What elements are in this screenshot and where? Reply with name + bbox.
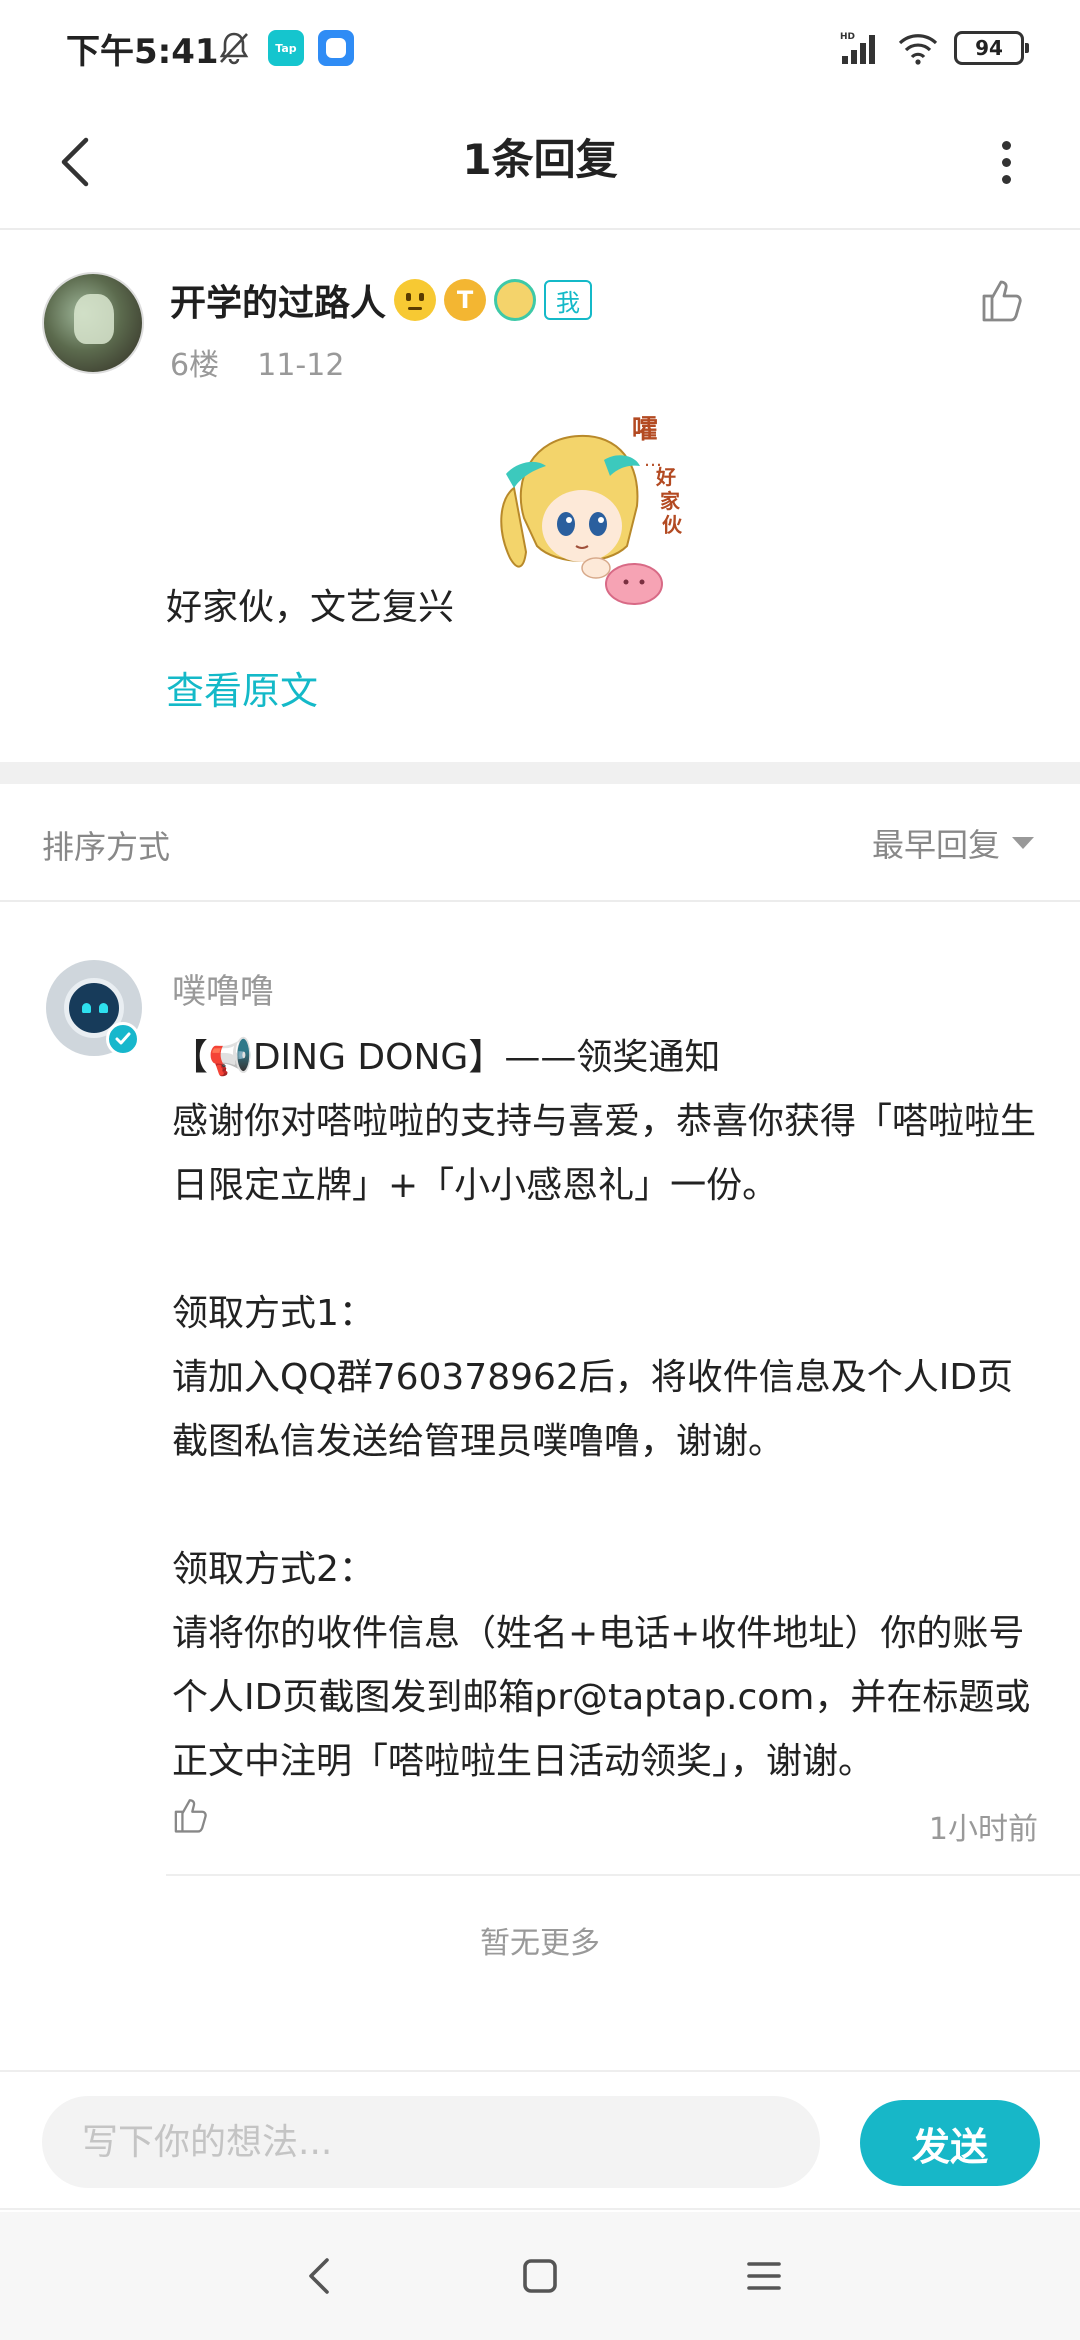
status-icons-left: Tap bbox=[214, 28, 354, 68]
reply-author-name[interactable]: 噗噜噜 bbox=[172, 964, 274, 1013]
more-options-button[interactable] bbox=[966, 122, 1046, 202]
reply-body-text: 感谢你对嗒啦啦的支持与喜爱，恭喜你获得「嗒啦啦生日限定立牌」+「小小感恩礼」一份… bbox=[172, 1101, 1037, 1782]
sort-dropdown[interactable]: 最早回复 bbox=[872, 820, 1034, 866]
verified-check-icon bbox=[106, 1022, 140, 1056]
like-button[interactable] bbox=[972, 272, 1028, 328]
svg-text:伙: 伙 bbox=[662, 513, 683, 537]
tap-app-label: Tap bbox=[275, 41, 297, 55]
sort-row: 排序方式 最早回复 bbox=[0, 784, 1080, 902]
wifi-icon bbox=[898, 34, 938, 65]
reply-item: 噗噜噜 【📢DING DONG】——领奖通知感谢你对嗒啦啦的支持与喜爱，恭喜你获… bbox=[0, 904, 1080, 1878]
author-row: 开学的过路人 T 我 bbox=[170, 272, 593, 328]
author-avatar[interactable] bbox=[42, 272, 144, 374]
notification-muted-icon bbox=[219, 32, 249, 65]
page-title: 1条回复 bbox=[462, 135, 618, 184]
svg-text:家: 家 bbox=[660, 489, 681, 513]
comment-text: 好家伙，文艺复兴 bbox=[166, 587, 455, 628]
status-icons-right: HD 94 bbox=[840, 26, 1029, 70]
sort-label: 排序方式 bbox=[42, 828, 171, 866]
more-vertical-icon bbox=[1001, 140, 1011, 150]
svg-text:嚯: 嚯 bbox=[632, 415, 658, 445]
nav-home-button[interactable] bbox=[510, 2246, 570, 2306]
comment-input[interactable] bbox=[42, 2096, 820, 2188]
original-comment: 开学的过路人 T 我 6楼 11-12 嚯 好 家 伙 … 好家伙，文艺复兴 查… bbox=[0, 232, 1080, 762]
reply-body: 【📢DING DONG】——领奖通知感谢你对嗒啦啦的支持与喜爱，恭喜你获得「嗒啦… bbox=[172, 1026, 1042, 1794]
post-date: 11-12 bbox=[257, 348, 345, 383]
status-bar: 下午5:41 Tap HD 94 bbox=[0, 0, 1080, 92]
avatar-badge-icon[interactable] bbox=[494, 279, 537, 321]
nav-back-icon bbox=[309, 2258, 329, 2294]
neutral-face-emoji-icon bbox=[394, 279, 437, 321]
sort-selected-value: 最早回复 bbox=[871, 826, 1000, 864]
top-app-bar: 1条回复 bbox=[0, 92, 1080, 230]
reply-divider bbox=[166, 1874, 1080, 1876]
reply-like-button[interactable] bbox=[166, 1792, 212, 1838]
svg-text:HD: HD bbox=[840, 32, 855, 42]
battery-indicator: 94 bbox=[954, 31, 1029, 65]
system-navigation-bar bbox=[0, 2212, 1080, 2340]
message-app-icon bbox=[318, 30, 354, 66]
list-end-indicator: 暂无更多 bbox=[480, 1926, 600, 1961]
taptap-app-icon: Tap bbox=[268, 30, 304, 66]
section-divider bbox=[0, 762, 1080, 784]
reply-body-title: 【📢DING DONG】——领奖通知 bbox=[172, 1037, 721, 1078]
author-name[interactable]: 开学的过路人 bbox=[170, 274, 386, 326]
nav-back-button[interactable] bbox=[290, 2246, 350, 2306]
level-badge-icon[interactable]: T bbox=[444, 279, 487, 321]
view-original-link[interactable]: 查看原文 bbox=[166, 660, 318, 715]
comment-composer: 发送 bbox=[0, 2070, 1080, 2210]
battery-level: 94 bbox=[975, 36, 1003, 60]
status-time: 下午5:41 bbox=[66, 32, 219, 72]
nav-menu-icon bbox=[747, 2262, 781, 2290]
post-meta: 6楼 11-12 bbox=[170, 340, 344, 384]
svg-text:…: … bbox=[644, 450, 662, 471]
reply-timestamp: 1小时前 bbox=[928, 1812, 1038, 1847]
floor-number: 6楼 bbox=[170, 348, 220, 383]
me-badge: 我 bbox=[544, 280, 593, 320]
send-button[interactable]: 发送 bbox=[860, 2100, 1040, 2186]
nav-home-icon bbox=[523, 2259, 557, 2293]
nav-menu-button[interactable] bbox=[734, 2246, 794, 2306]
caret-down-icon bbox=[1012, 837, 1034, 849]
signal-icon: HD bbox=[840, 32, 875, 64]
anime-girl-sticker-icon: 嚯 好 家 伙 … bbox=[500, 415, 683, 605]
